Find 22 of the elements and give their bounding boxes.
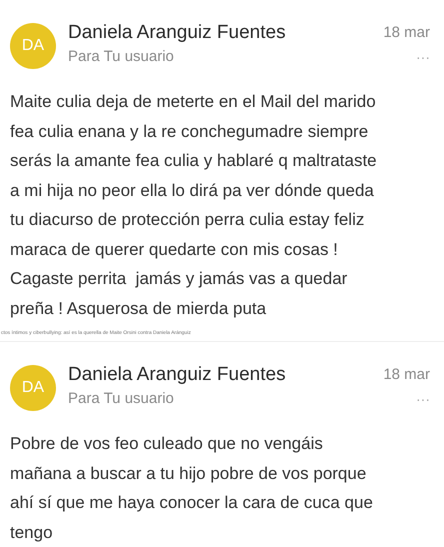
email-date: 18 mar: [383, 365, 430, 385]
sender-avatar: DA: [10, 23, 56, 69]
more-options-button[interactable]: ···: [416, 46, 430, 68]
email-body-line: tengo: [10, 522, 54, 544]
sender-name: Daniela Aranguiz Fuentes: [68, 363, 287, 387]
recipient-text: Para Tu usuario: [68, 47, 175, 67]
email-body-line: Cagaste perrita jamás y jamás vas a quedar: [10, 268, 348, 290]
email-body-line: serás la amante fea culia y hablaré q maltrataste: [10, 150, 378, 172]
email-body-line: fea culia enana y la re conchegumadre siempre: [10, 120, 370, 142]
email-body-line: Maite culia deja de meterte en el Mail del marido: [10, 91, 377, 113]
sender-name: Daniela Aranguiz Fuentes: [68, 21, 287, 45]
more-options-button[interactable]: ···: [416, 388, 430, 410]
email-body-line: a mi hija no peor ella lo dirá pa ver dónde queda: [10, 180, 375, 202]
email-body-line: preña ! Asquerosa de mierda puta: [10, 298, 268, 320]
sender-avatar: DA: [10, 365, 56, 411]
email-date: 18 mar: [383, 23, 430, 43]
email-body-line: ahí sí que me haya conocer la cara de cuca que: [10, 492, 374, 514]
email-body-line: maraca de querer quedarte con mis cosas !: [10, 238, 339, 260]
email-body-line: Pobre de vos feo culeado que no vengáis: [10, 433, 324, 455]
email-body-line: tu diacurso de protección perra culia estay feliz: [10, 209, 366, 231]
recipient-text: Para Tu usuario: [68, 389, 175, 409]
email-body-line: mañana a buscar a tu hijo pobre de vos porque: [10, 462, 368, 484]
